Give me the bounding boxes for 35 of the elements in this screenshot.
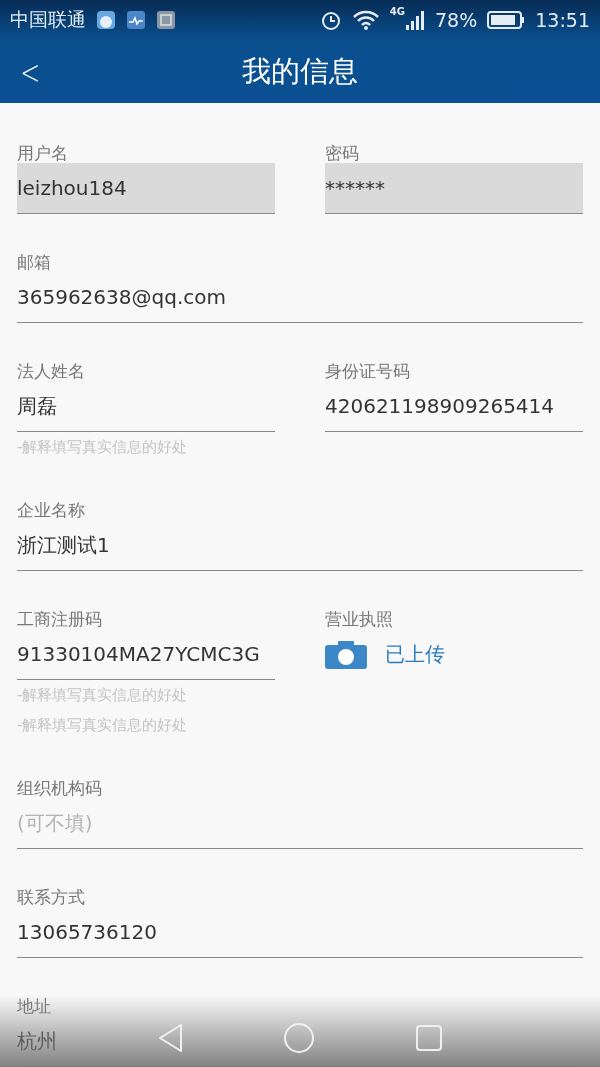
health-icon <box>126 10 146 30</box>
clock-time: 13:51 <box>535 9 590 31</box>
network-type: 4G <box>389 6 405 17</box>
field-label: 密码 <box>325 143 360 163</box>
home-nav-icon <box>283 1022 315 1054</box>
image-icon <box>156 10 176 30</box>
camera-icon <box>325 640 367 669</box>
battery-percent: 78% <box>435 9 478 31</box>
field-label: 法人姓名 <box>17 361 86 381</box>
field-label: 营业执照 <box>325 609 394 629</box>
field-label: 地址 <box>17 996 52 1016</box>
field-label: 组织机构码 <box>17 778 103 798</box>
field-label: 邮箱 <box>17 252 52 272</box>
input-field[interactable]: 13065736120 <box>17 907 583 958</box>
alarm-icon <box>319 9 342 31</box>
field-label: 企业名称 <box>17 500 86 520</box>
page-title: 我的信息 <box>242 52 358 90</box>
battery-icon <box>487 10 526 30</box>
field-label: 用户名 <box>17 143 69 163</box>
upload-status[interactable]: 已上传 <box>385 641 445 668</box>
wifi-icon <box>351 9 380 31</box>
input-field[interactable]: 365962638@qq.com <box>17 272 583 323</box>
weather-icon <box>96 10 116 30</box>
input-field[interactable]: 周磊 <box>17 381 275 432</box>
input-field[interactable]: 420621198909265414 <box>325 381 583 432</box>
input-field[interactable]: 浙江测试1 <box>17 520 583 571</box>
input-field[interactable]: 91330104MA27YCMC3G <box>17 629 275 680</box>
field-label: 联系方式 <box>17 887 86 907</box>
field-label: 工商注册码 <box>17 609 103 629</box>
carrier-name: 中国联通 <box>10 7 86 32</box>
field-label: 身份证号码 <box>325 361 411 381</box>
signal-icon <box>405 9 425 31</box>
back-button[interactable]: < <box>16 52 45 92</box>
back-nav-icon <box>157 1023 183 1053</box>
recents-nav-icon <box>415 1024 443 1052</box>
